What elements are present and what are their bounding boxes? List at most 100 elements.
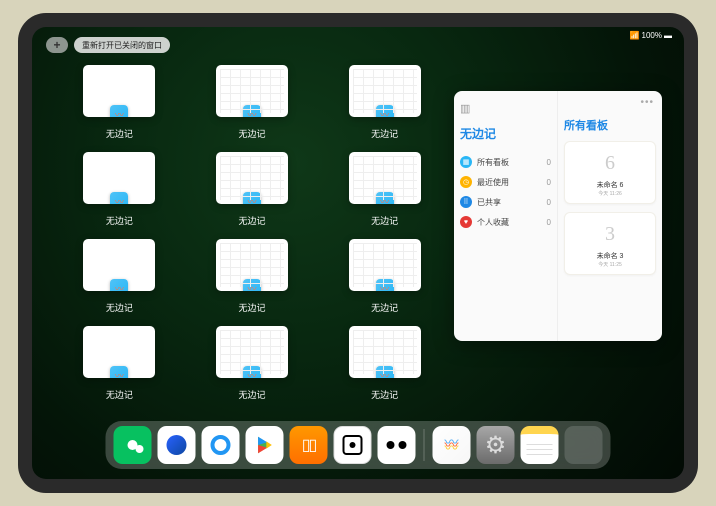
sidebar-toggle-icon[interactable]: ▥ [460, 103, 470, 115]
freeform-app-icon [110, 366, 128, 378]
nav-label: 已共享 [477, 197, 501, 208]
panel-content-title: 所有看板 [564, 117, 656, 133]
window-thumbnail[interactable]: 无边记 [327, 152, 442, 227]
window-label: 无边记 [238, 388, 265, 401]
thumbnail-preview [216, 239, 288, 291]
thumbnail-preview [349, 152, 421, 204]
freeform-app-icon [243, 192, 261, 204]
more-icon[interactable]: ••• [640, 97, 654, 108]
nav-item[interactable]: ◷ 最近使用 0 [460, 172, 551, 192]
panel-nav: ▦ 所有看板 0 ◷ 最近使用 0 ⠿ 已共享 0 ♥ 个人收藏 0 [460, 152, 551, 232]
thumbnail-preview [216, 65, 288, 117]
notes-icon[interactable] [521, 426, 559, 464]
new-window-button[interactable]: + [46, 37, 68, 53]
nav-count: 0 [547, 218, 551, 227]
grid-icon: ▦ [460, 156, 472, 168]
thumbnail-preview [83, 326, 155, 378]
window-thumbnail[interactable]: 无边记 [195, 152, 310, 227]
freeform-app-icon [243, 279, 261, 291]
window-label: 无边记 [106, 301, 133, 314]
top-bar: + 重新打开已关闭的窗口 [46, 37, 170, 53]
books-icon[interactable] [290, 426, 328, 464]
window-thumbnail[interactable]: 无边记 [62, 239, 177, 314]
dock-separator [424, 429, 425, 461]
thumbnail-preview [216, 326, 288, 378]
board-card[interactable]: 6未命名 6今天 11:26 [564, 141, 656, 204]
panel-sidebar: ▥ 无边记 ▦ 所有看板 0 ◷ 最近使用 0 ⠿ 已共享 0 ♥ 个人收藏 0 [454, 91, 558, 341]
board-card[interactable]: 3 未命名 3今天 11:25 [564, 212, 656, 275]
thumbnail-preview [349, 326, 421, 378]
window-thumbnail[interactable]: 无边记 [62, 326, 177, 401]
window-label: 无边记 [238, 127, 265, 140]
window-label: 无边记 [371, 127, 398, 140]
heart-icon: ♥ [460, 216, 472, 228]
window-label: 无边记 [106, 388, 133, 401]
window-label: 无边记 [238, 301, 265, 314]
screen: 📶 100% ▬ + 重新打开已关闭的窗口 无边记无边记无边记无边记无边记无边记… [32, 27, 684, 479]
ipad-frame: 📶 100% ▬ + 重新打开已关闭的窗口 无边记无边记无边记无边记无边记无边记… [18, 13, 698, 493]
signal-icon: 📶 [630, 31, 640, 40]
thumbnail-preview [216, 152, 288, 204]
window-label: 无边记 [371, 214, 398, 227]
freeform-app-icon [243, 366, 261, 378]
settings-icon[interactable] [477, 426, 515, 464]
play-store-icon[interactable] [246, 426, 284, 464]
window-label: 无边记 [106, 127, 133, 140]
nav-item[interactable]: ♥ 个人收藏 0 [460, 212, 551, 232]
shared-icon: ⠿ [460, 196, 472, 208]
app-expose-grid: 无边记无边记无边记无边记无边记无边记无边记无边记无边记无边记无边记无边记 [62, 65, 442, 401]
app-library-icon[interactable] [565, 426, 603, 464]
window-thumbnail[interactable]: 无边记 [327, 326, 442, 401]
wechat-icon[interactable] [114, 426, 152, 464]
window-thumbnail[interactable]: 无边记 [62, 65, 177, 140]
window-thumbnail[interactable]: 无边记 [327, 65, 442, 140]
nav-count: 0 [547, 198, 551, 207]
thumbnail-preview [349, 239, 421, 291]
two-dots-icon[interactable] [378, 426, 416, 464]
thumbnail-preview [83, 152, 155, 204]
dice-app-icon[interactable] [334, 426, 372, 464]
freeform-icon[interactable] [433, 426, 471, 464]
window-thumbnail[interactable]: 无边记 [327, 239, 442, 314]
freeform-app-icon [110, 192, 128, 204]
nav-label: 最近使用 [477, 177, 509, 188]
window-label: 无边记 [371, 388, 398, 401]
board-name: 未命名 3 [597, 251, 624, 261]
board-preview: 6 [593, 148, 627, 178]
nav-count: 0 [547, 158, 551, 167]
thumbnail-preview [83, 239, 155, 291]
board-preview: 3 [593, 219, 627, 249]
window-label: 无边记 [371, 301, 398, 314]
freeform-app-icon [376, 279, 394, 291]
board-time: 今天 11:25 [598, 261, 622, 268]
battery-label: 100% [642, 31, 662, 40]
freeform-app-icon [376, 192, 394, 204]
nav-item[interactable]: ⠿ 已共享 0 [460, 192, 551, 212]
panel-content: 所有看板 6未命名 6今天 11:263未命名 3今天 11:25 [558, 91, 662, 341]
thumbnail-preview [349, 65, 421, 117]
window-label: 无边记 [238, 214, 265, 227]
window-thumbnail[interactable]: 无边记 [62, 152, 177, 227]
freeform-app-icon [110, 279, 128, 291]
panel-title: 无边记 [460, 125, 551, 142]
window-label: 无边记 [106, 214, 133, 227]
dock [106, 421, 611, 469]
browser-hd-icon[interactable] [158, 426, 196, 464]
nav-label: 所有看板 [477, 157, 509, 168]
nav-label: 个人收藏 [477, 217, 509, 228]
clock-icon: ◷ [460, 176, 472, 188]
board-cards: 6未命名 6今天 11:263未命名 3今天 11:25 [564, 141, 656, 275]
freeform-panel[interactable]: ••• ▥ 无边记 ▦ 所有看板 0 ◷ 最近使用 0 ⠿ 已共享 0 ♥ 个人收藏 0 所有看板 6… [454, 91, 662, 341]
reopen-closed-window-button[interactable]: 重新打开已关闭的窗口 [74, 37, 170, 53]
nav-item[interactable]: ▦ 所有看板 0 [460, 152, 551, 172]
status-bar: 📶 100% ▬ [630, 31, 672, 40]
nav-count: 0 [547, 178, 551, 187]
quark-icon[interactable] [202, 426, 240, 464]
battery-icon: ▬ [664, 31, 672, 40]
board-name: 未命名 6 [597, 180, 624, 190]
window-thumbnail[interactable]: 无边记 [195, 65, 310, 140]
window-thumbnail[interactable]: 无边记 [195, 239, 310, 314]
freeform-app-icon [110, 105, 128, 117]
freeform-app-icon [376, 105, 394, 117]
window-thumbnail[interactable]: 无边记 [195, 326, 310, 401]
